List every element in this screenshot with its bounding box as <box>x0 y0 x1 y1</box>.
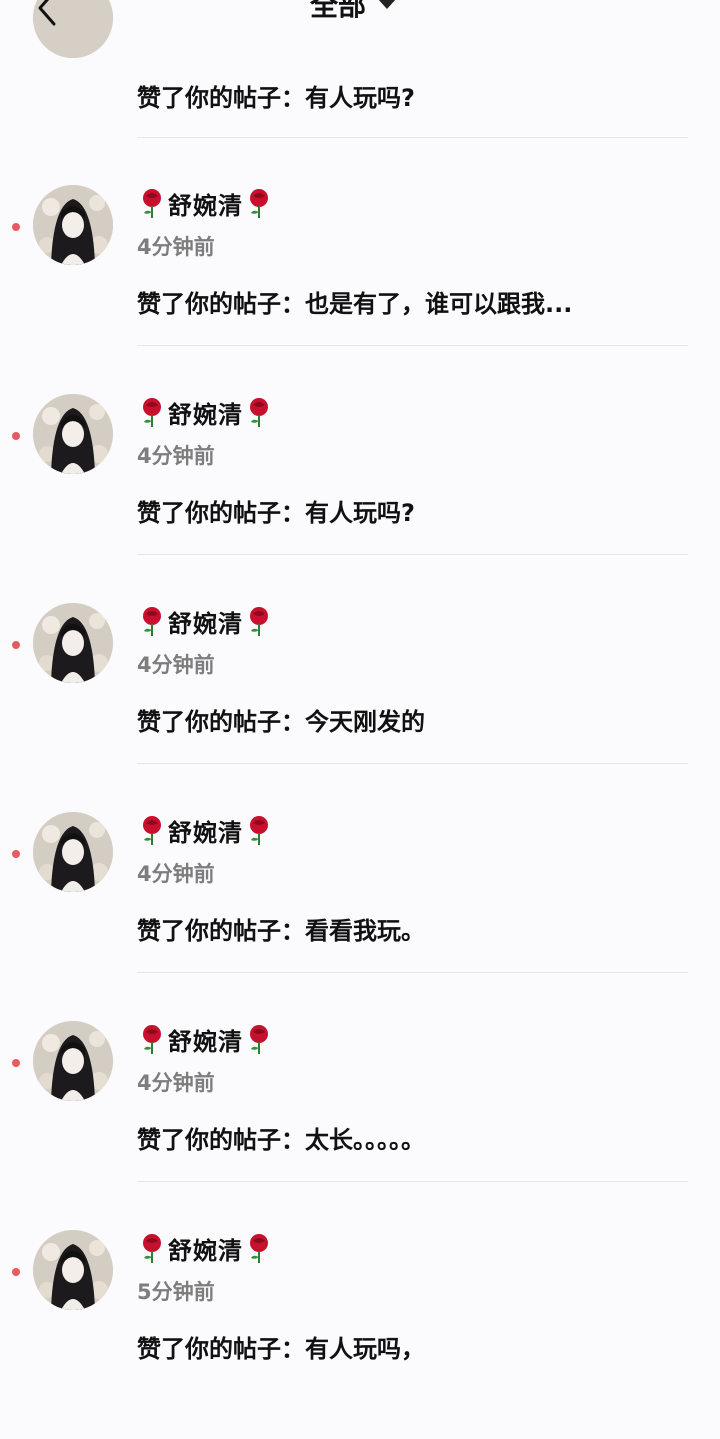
timestamp: 4分钟前 <box>137 1071 215 1095</box>
page-title: 全部 <box>310 0 367 22</box>
notification-item[interactable]: 舒婉清 4分钟前 赞了你的帖子：看看我玩。 <box>0 812 720 1021</box>
username-text: 舒婉清 <box>168 1236 243 1265</box>
avatar-image <box>33 603 113 683</box>
filter-dropdown[interactable]: 全部 <box>310 0 397 26</box>
unread-dot <box>12 641 20 649</box>
unread-dot <box>12 223 20 231</box>
notification-list: 赞了你的帖子：有人玩吗? 舒婉清 4分钟前 赞了你的帖子：也是有了，谁可以跟我.… <box>0 0 720 1384</box>
avatar[interactable] <box>33 394 113 474</box>
username-text: 舒婉清 <box>168 400 243 429</box>
avatar-image <box>33 185 113 265</box>
notification-message: 赞了你的帖子：看看我玩。 <box>137 917 425 945</box>
rose-icon <box>143 816 161 845</box>
notification-message: 赞了你的帖子：有人玩吗， <box>137 1335 425 1363</box>
username[interactable]: 舒婉清 <box>138 604 273 638</box>
rose-icon <box>250 1025 268 1054</box>
username[interactable]: 舒婉清 <box>138 186 273 220</box>
timestamp: 4分钟前 <box>137 653 215 677</box>
notification-message: 赞了你的帖子：有人玩吗? <box>137 499 415 527</box>
unread-dot <box>12 1059 20 1067</box>
rose-icon <box>250 816 268 845</box>
divider <box>137 763 688 764</box>
username-text: 舒婉清 <box>168 818 243 847</box>
divider <box>137 137 688 138</box>
chevron-left-icon <box>38 0 56 26</box>
rose-icon <box>143 189 161 218</box>
timestamp: 5分钟前 <box>137 1280 215 1304</box>
rose-icon <box>250 398 268 427</box>
header: 全部 <box>0 0 720 30</box>
unread-dot <box>12 850 20 858</box>
username[interactable]: 舒婉清 <box>138 813 273 847</box>
back-button[interactable] <box>30 0 64 28</box>
rose-icon <box>143 398 161 427</box>
avatar[interactable] <box>33 1021 113 1101</box>
avatar[interactable] <box>33 603 113 683</box>
timestamp: 4分钟前 <box>137 444 215 468</box>
rose-icon <box>250 607 268 636</box>
username[interactable]: 舒婉清 <box>138 1022 273 1056</box>
avatar[interactable] <box>33 812 113 892</box>
divider <box>137 345 688 346</box>
rose-icon <box>250 189 268 218</box>
avatar-image <box>33 1021 113 1101</box>
unread-dot <box>12 1268 20 1276</box>
notification-item[interactable]: 舒婉清 4分钟前 赞了你的帖子：也是有了，谁可以跟我... <box>0 185 720 394</box>
notification-message: 赞了你的帖子：太长。。。。。 <box>137 1126 425 1154</box>
username[interactable]: 舒婉清 <box>138 395 273 429</box>
username-text: 舒婉清 <box>168 1027 243 1056</box>
username[interactable]: 舒婉清 <box>138 1231 273 1265</box>
notification-message: 赞了你的帖子：有人玩吗? <box>137 84 415 112</box>
notification-item[interactable]: 舒婉清 4分钟前 赞了你的帖子：有人玩吗? <box>0 394 720 603</box>
avatar[interactable] <box>33 1230 113 1310</box>
divider <box>137 972 688 973</box>
avatar-image <box>33 812 113 892</box>
username-text: 舒婉清 <box>168 191 243 220</box>
divider <box>137 1181 688 1182</box>
notification-message: 赞了你的帖子：也是有了，谁可以跟我... <box>137 290 573 318</box>
rose-icon <box>250 1234 268 1263</box>
avatar-image <box>33 394 113 474</box>
rose-icon <box>143 1234 161 1263</box>
notification-item[interactable]: 舒婉清 5分钟前 赞了你的帖子：有人玩吗， <box>0 1230 720 1439</box>
notification-item[interactable]: 舒婉清 4分钟前 赞了你的帖子：太长。。。。。 <box>0 1021 720 1230</box>
divider <box>137 554 688 555</box>
rose-icon <box>143 607 161 636</box>
timestamp: 4分钟前 <box>137 862 215 886</box>
caret-down-icon <box>378 0 397 9</box>
notification-item[interactable]: 舒婉清 4分钟前 赞了你的帖子：今天刚发的 <box>0 603 720 812</box>
timestamp: 4分钟前 <box>137 235 215 259</box>
unread-dot <box>12 432 20 440</box>
notification-message: 赞了你的帖子：今天刚发的 <box>137 708 425 736</box>
username-text: 舒婉清 <box>168 609 243 638</box>
avatar[interactable] <box>33 185 113 265</box>
avatar-image <box>33 1230 113 1310</box>
rose-icon <box>143 1025 161 1054</box>
